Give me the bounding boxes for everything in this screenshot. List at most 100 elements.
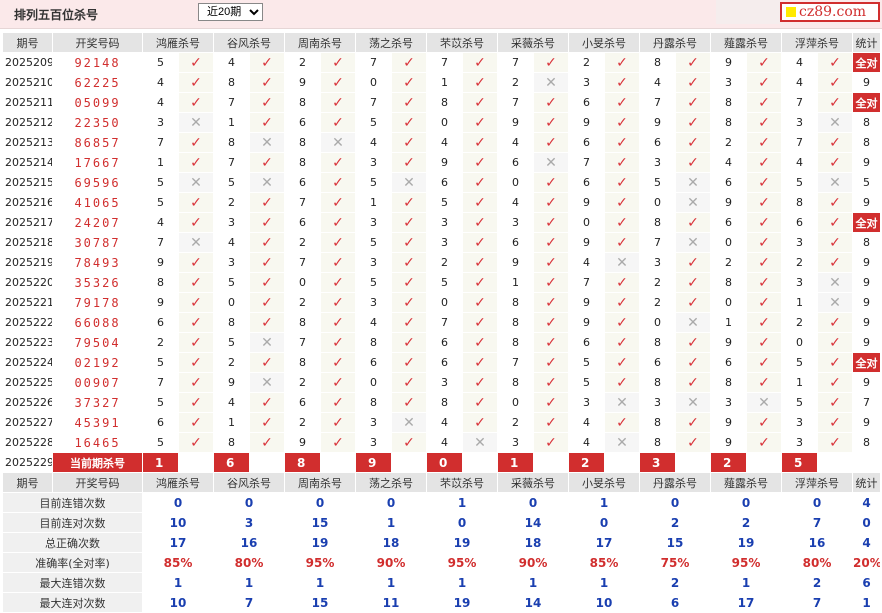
kill-number-cell: 3 bbox=[639, 252, 676, 273]
period-cell: 2025212 bbox=[2, 112, 53, 133]
check-icon: ✓ bbox=[462, 92, 498, 113]
check-icon: ✓ bbox=[320, 272, 356, 293]
kill-number-cell: 0 bbox=[639, 312, 676, 333]
kill-number-cell: 8 bbox=[355, 332, 392, 353]
cross-icon: ✕ bbox=[320, 132, 356, 153]
table-row: 2025218 30787 7 ✕ 4 ✓ 2 ✓ 5 ✓ 3 ✓ 6 ✓ 9 ✓ 7 ✕ 0 ✓ 3 ✓ 8 bbox=[2, 232, 881, 253]
check-icon: ✓ bbox=[320, 52, 356, 73]
kill-number-cell: 7 bbox=[213, 92, 250, 113]
summary-stat: 20% bbox=[852, 552, 881, 573]
summary-row: 总正确次数 17 16 19 18 19 18 17 15 19 16 4 bbox=[2, 532, 881, 553]
kill-number-cell: 4 bbox=[355, 312, 392, 333]
summary-value: 80% bbox=[781, 552, 853, 573]
method-header: 芣苡杀号 bbox=[426, 472, 498, 493]
draw-number-cell: 35326 bbox=[52, 272, 143, 293]
current-kill-number: 6 bbox=[213, 452, 250, 473]
kill-number-cell: 9 bbox=[710, 332, 747, 353]
kill-number-cell: 7 bbox=[284, 192, 321, 213]
kill-number-cell: 4 bbox=[568, 432, 605, 453]
check-icon: ✓ bbox=[817, 132, 853, 153]
blank-cell bbox=[604, 452, 640, 473]
method-header: 薤露杀号 bbox=[710, 472, 782, 493]
kill-number-cell: 6 bbox=[284, 172, 321, 193]
kill-number-cell: 1 bbox=[781, 372, 818, 393]
blank-cell bbox=[249, 452, 285, 473]
kill-number-cell: 5 bbox=[568, 352, 605, 373]
check-icon: ✓ bbox=[746, 132, 782, 153]
period-range-select[interactable]: 近20期 bbox=[198, 3, 263, 21]
site-logo[interactable]: cz89.com bbox=[780, 2, 880, 22]
kill-number-cell: 4 bbox=[426, 412, 463, 433]
check-icon: ✓ bbox=[817, 332, 853, 353]
check-icon: ✓ bbox=[462, 232, 498, 253]
stat-header: 统计 bbox=[852, 32, 881, 53]
check-icon: ✓ bbox=[391, 292, 427, 313]
check-icon: ✓ bbox=[746, 192, 782, 213]
blank-cell bbox=[320, 452, 356, 473]
kill-number-cell: 3 bbox=[426, 232, 463, 253]
kill-number-cell: 8 bbox=[355, 392, 392, 413]
kill-number-cell: 7 bbox=[639, 92, 676, 113]
kill-number-cell: 8 bbox=[639, 52, 676, 73]
kill-number-cell: 9 bbox=[284, 432, 321, 453]
method-header: 丹露杀号 bbox=[639, 472, 711, 493]
period-cell: 2025226 bbox=[2, 392, 53, 413]
cross-icon: ✕ bbox=[817, 172, 853, 193]
kill-number-cell: 6 bbox=[639, 132, 676, 153]
stat-cell: 8 bbox=[852, 232, 881, 253]
table-row: 2025228 16465 5 ✓ 8 ✓ 9 ✓ 3 ✓ 4 ✕ 3 ✓ 4 ✕ 8 ✓ 9 ✓ 3 ✓ 8 bbox=[2, 432, 881, 453]
check-icon: ✓ bbox=[604, 112, 640, 133]
current-kill-number: 2 bbox=[710, 452, 747, 473]
check-icon: ✓ bbox=[249, 252, 285, 273]
blank-cell bbox=[178, 452, 214, 473]
kill-number-cell: 3 bbox=[568, 392, 605, 413]
kill-number-cell: 9 bbox=[142, 252, 179, 273]
current-kill-number: 1 bbox=[497, 452, 534, 473]
cross-icon: ✕ bbox=[391, 172, 427, 193]
kill-number-cell: 1 bbox=[355, 192, 392, 213]
check-icon: ✓ bbox=[249, 112, 285, 133]
cross-icon: ✕ bbox=[817, 272, 853, 293]
check-icon: ✓ bbox=[391, 252, 427, 273]
check-icon: ✓ bbox=[533, 52, 569, 73]
check-icon: ✓ bbox=[746, 252, 782, 273]
logo-square-icon bbox=[786, 7, 796, 17]
draw-number-cell: 66088 bbox=[52, 312, 143, 333]
summary-stat: 0 bbox=[852, 512, 881, 533]
check-icon: ✓ bbox=[675, 332, 711, 353]
kill-number-cell: 2 bbox=[497, 72, 534, 93]
current-label-cell: 当前期杀号 bbox=[52, 452, 143, 473]
cross-icon: ✕ bbox=[675, 172, 711, 193]
kill-number-cell: 4 bbox=[497, 192, 534, 213]
kill-number-cell: 4 bbox=[639, 72, 676, 93]
check-icon: ✓ bbox=[817, 352, 853, 373]
kill-number-cell: 8 bbox=[639, 212, 676, 233]
summary-value: 1 bbox=[284, 572, 356, 593]
kill-number-cell: 8 bbox=[497, 332, 534, 353]
check-icon: ✓ bbox=[320, 192, 356, 213]
check-icon: ✓ bbox=[675, 252, 711, 273]
summary-value: 19 bbox=[426, 592, 498, 613]
summary-value: 85% bbox=[568, 552, 640, 573]
blank-cell bbox=[533, 452, 569, 473]
check-icon: ✓ bbox=[533, 332, 569, 353]
all-correct-badge: 全对 bbox=[852, 212, 881, 233]
method-header: 丹露杀号 bbox=[639, 32, 711, 53]
method-header: 采薇杀号 bbox=[497, 32, 569, 53]
check-icon: ✓ bbox=[249, 152, 285, 173]
cross-icon: ✕ bbox=[391, 412, 427, 433]
current-kill-number: 1 bbox=[142, 452, 179, 473]
check-icon: ✓ bbox=[604, 92, 640, 113]
kill-number-cell: 7 bbox=[142, 232, 179, 253]
summary-value: 1 bbox=[426, 572, 498, 593]
method-header: 鸿雁杀号 bbox=[142, 472, 214, 493]
check-icon: ✓ bbox=[249, 232, 285, 253]
check-icon: ✓ bbox=[391, 92, 427, 113]
draw-number-cell: 05099 bbox=[52, 92, 143, 113]
kill-number-cell: 8 bbox=[213, 132, 250, 153]
kill-number-cell: 1 bbox=[142, 152, 179, 173]
kill-number-cell: 9 bbox=[568, 112, 605, 133]
kill-number-cell: 7 bbox=[142, 132, 179, 153]
kill-number-cell: 4 bbox=[781, 152, 818, 173]
kill-number-cell: 3 bbox=[639, 392, 676, 413]
